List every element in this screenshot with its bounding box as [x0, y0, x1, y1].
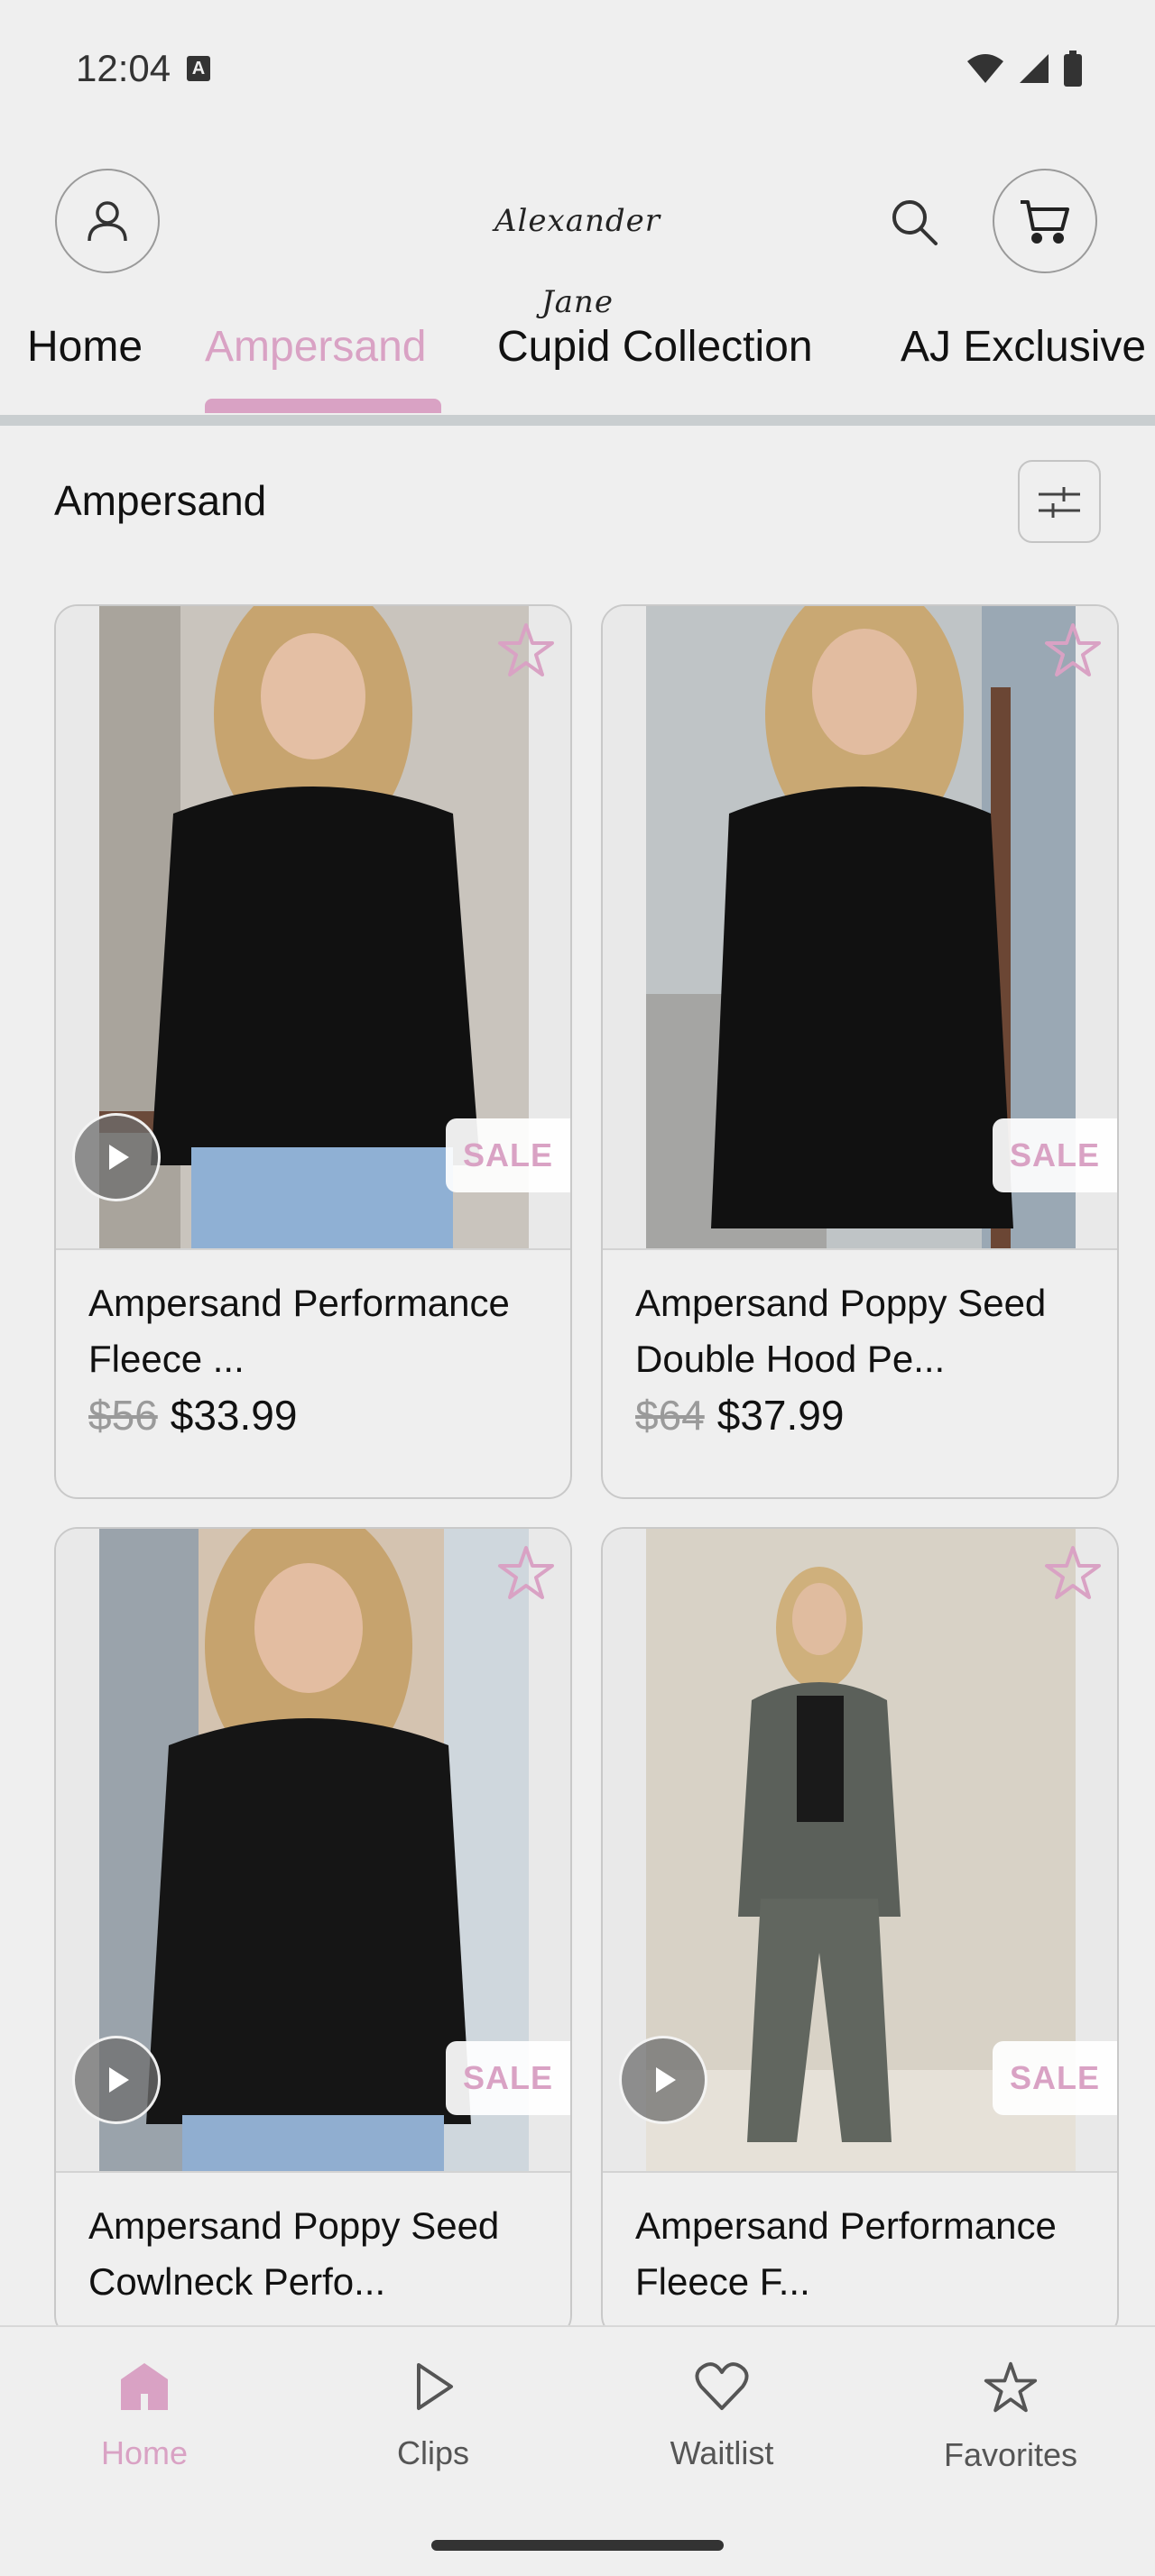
favorite-star-icon[interactable]	[1043, 621, 1103, 680]
star-icon	[984, 2361, 1038, 2413]
bottom-navigation: Home Clips Waitlist Favorites	[0, 2325, 1155, 2576]
battery-icon	[1064, 51, 1082, 87]
play-icon	[109, 2067, 129, 2093]
home-icon	[121, 2363, 168, 2410]
product-price: $56 $33.99	[88, 1391, 297, 1440]
play-icon	[109, 1145, 129, 1170]
status-bar: 12:04 A	[0, 0, 1155, 135]
sale-badge: SALE	[446, 2041, 570, 2115]
nav-favorites[interactable]: Favorites	[911, 2360, 1110, 2474]
play-icon	[656, 2067, 676, 2093]
card-divider	[603, 1248, 1117, 1250]
system-icons	[966, 51, 1083, 87]
sale-price: $33.99	[170, 1392, 298, 1439]
favorite-star-icon[interactable]	[496, 621, 556, 680]
play-video-button[interactable]	[72, 1113, 161, 1201]
cart-button[interactable]	[993, 169, 1097, 273]
heart-icon	[695, 2362, 749, 2410]
product-price: $64 $37.99	[635, 1391, 844, 1440]
original-price: $64	[635, 1392, 705, 1439]
card-divider	[56, 1248, 570, 1250]
profile-button[interactable]	[55, 169, 160, 273]
product-card[interactable]: SALE Ampersand Performance Fleece F...	[601, 1527, 1119, 2339]
filter-sliders-icon	[1039, 487, 1080, 518]
sale-price: $37.99	[716, 1392, 845, 1439]
play-video-button[interactable]	[619, 2036, 707, 2124]
tab-cupid-collection[interactable]: Cupid Collection	[497, 322, 813, 372]
card-divider	[56, 2171, 570, 2173]
section-title: Ampersand	[54, 477, 267, 524]
nav-home[interactable]: Home	[45, 2360, 244, 2472]
active-tab-indicator	[205, 399, 441, 413]
favorite-star-icon[interactable]	[1043, 1543, 1103, 1603]
sale-badge: SALE	[993, 1118, 1117, 1192]
sale-badge: SALE	[993, 2041, 1117, 2115]
product-card[interactable]: SALE Ampersand Performance Fleece ... $5…	[54, 604, 572, 1499]
nav-home-label: Home	[100, 2434, 189, 2471]
tab-ampersand[interactable]: Ampersand	[205, 322, 426, 372]
product-name[interactable]: Ampersand Performance Fleece ...	[88, 1275, 540, 1387]
product-card[interactable]: SALE Ampersand Poppy Seed Double Hood Pe…	[601, 604, 1119, 1499]
person-icon	[88, 201, 127, 242]
brand-logo[interactable]: Alexander Jane	[487, 180, 668, 320]
status-time: 12:04	[76, 47, 171, 89]
tab-home[interactable]: Home	[27, 322, 143, 372]
signal-icon	[1020, 54, 1049, 83]
nav-favorites-label: Favorites	[943, 2436, 1078, 2473]
category-tabs: Home Ampersand Cupid Collection AJ Exclu…	[0, 311, 1155, 418]
card-divider	[603, 2171, 1117, 2173]
notification-icon: A	[187, 56, 210, 81]
search-icon[interactable]	[889, 197, 939, 247]
cart-icon	[1021, 200, 1069, 244]
filter-button[interactable]	[1018, 460, 1101, 543]
tab-aj-exclusive[interactable]: AJ Exclusive	[901, 322, 1146, 372]
play-icon	[417, 2363, 453, 2410]
sale-badge: SALE	[446, 1118, 570, 1192]
original-price: $56	[88, 1392, 158, 1439]
play-video-button[interactable]	[72, 2036, 161, 2124]
tab-divider	[0, 415, 1155, 426]
nav-waitlist[interactable]: Waitlist	[623, 2360, 821, 2472]
nav-clips-label: Clips	[396, 2434, 469, 2471]
product-card[interactable]: SALE Ampersand Poppy Seed Cowlneck Perfo…	[54, 1527, 572, 2339]
product-name[interactable]: Ampersand Performance Fleece F...	[635, 2198, 1086, 2310]
gesture-home-bar[interactable]	[431, 2540, 724, 2551]
product-name[interactable]: Ampersand Poppy Seed Cowlneck Perfo...	[88, 2198, 540, 2310]
nav-waitlist-label: Waitlist	[670, 2434, 774, 2471]
favorite-star-icon[interactable]	[496, 1543, 556, 1603]
product-name[interactable]: Ampersand Poppy Seed Double Hood Pe...	[635, 1275, 1086, 1387]
nav-clips[interactable]: Clips	[334, 2360, 532, 2472]
wifi-icon	[967, 54, 1003, 83]
